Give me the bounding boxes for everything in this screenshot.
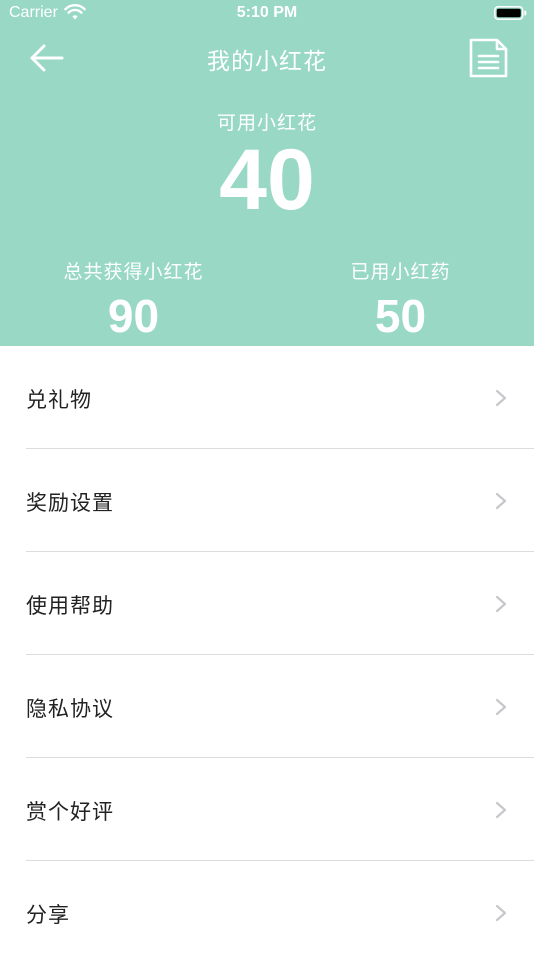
- chevron-right-icon: [495, 595, 507, 613]
- menu-item-redeem-gift[interactable]: 兑礼物: [0, 346, 534, 449]
- total-earned-value: 90: [107, 290, 160, 342]
- status-time: 5:10 PM: [236, 4, 298, 21]
- menu-item-label: 隐私协议: [26, 697, 114, 721]
- menu-item-label: 使用帮助: [26, 594, 114, 618]
- header: Carrier 5:10 PM 我的小红花 可用小红花 40 总共获得小红花 9…: [0, 0, 534, 346]
- menu-item-reward-settings[interactable]: 奖励设置: [0, 449, 534, 552]
- available-flowers-value: 40: [219, 132, 315, 228]
- used-value: 50: [374, 290, 427, 342]
- available-flowers-label: 可用小红花: [216, 112, 317, 134]
- used-stat: 已用小红药 50: [267, 257, 534, 344]
- menu-item-label: 分享: [26, 903, 70, 927]
- document-icon: [469, 38, 508, 78]
- menu-list: 兑礼物 奖励设置 使用帮助 隐私协议 赏个好评 分享: [0, 346, 534, 964]
- menu-item-rate-app[interactable]: 赏个好评: [0, 758, 534, 861]
- menu-item-label: 兑礼物: [26, 388, 92, 412]
- menu-item-help[interactable]: 使用帮助: [0, 552, 534, 655]
- navigation-bar: 我的小红花: [0, 28, 534, 88]
- page-title: 我的小红花: [207, 49, 327, 75]
- chevron-right-icon: [495, 389, 507, 407]
- chevron-right-icon: [495, 698, 507, 716]
- used-label: 已用小红药: [350, 261, 451, 283]
- menu-item-privacy-policy[interactable]: 隐私协议: [0, 655, 534, 758]
- document-button[interactable]: [464, 36, 512, 80]
- menu-item-share[interactable]: 分享: [0, 861, 534, 964]
- chevron-right-icon: [495, 904, 507, 922]
- menu-item-label: 赏个好评: [26, 800, 114, 824]
- battery-icon: [494, 6, 527, 20]
- menu-item-label: 奖励设置: [26, 491, 114, 515]
- status-bar: Carrier 5:10 PM: [0, 0, 534, 28]
- chevron-right-icon: [495, 801, 507, 819]
- total-earned-stat: 总共获得小红花 90: [0, 257, 267, 344]
- chevron-right-icon: [495, 492, 507, 510]
- total-earned-label: 总共获得小红花: [63, 261, 204, 283]
